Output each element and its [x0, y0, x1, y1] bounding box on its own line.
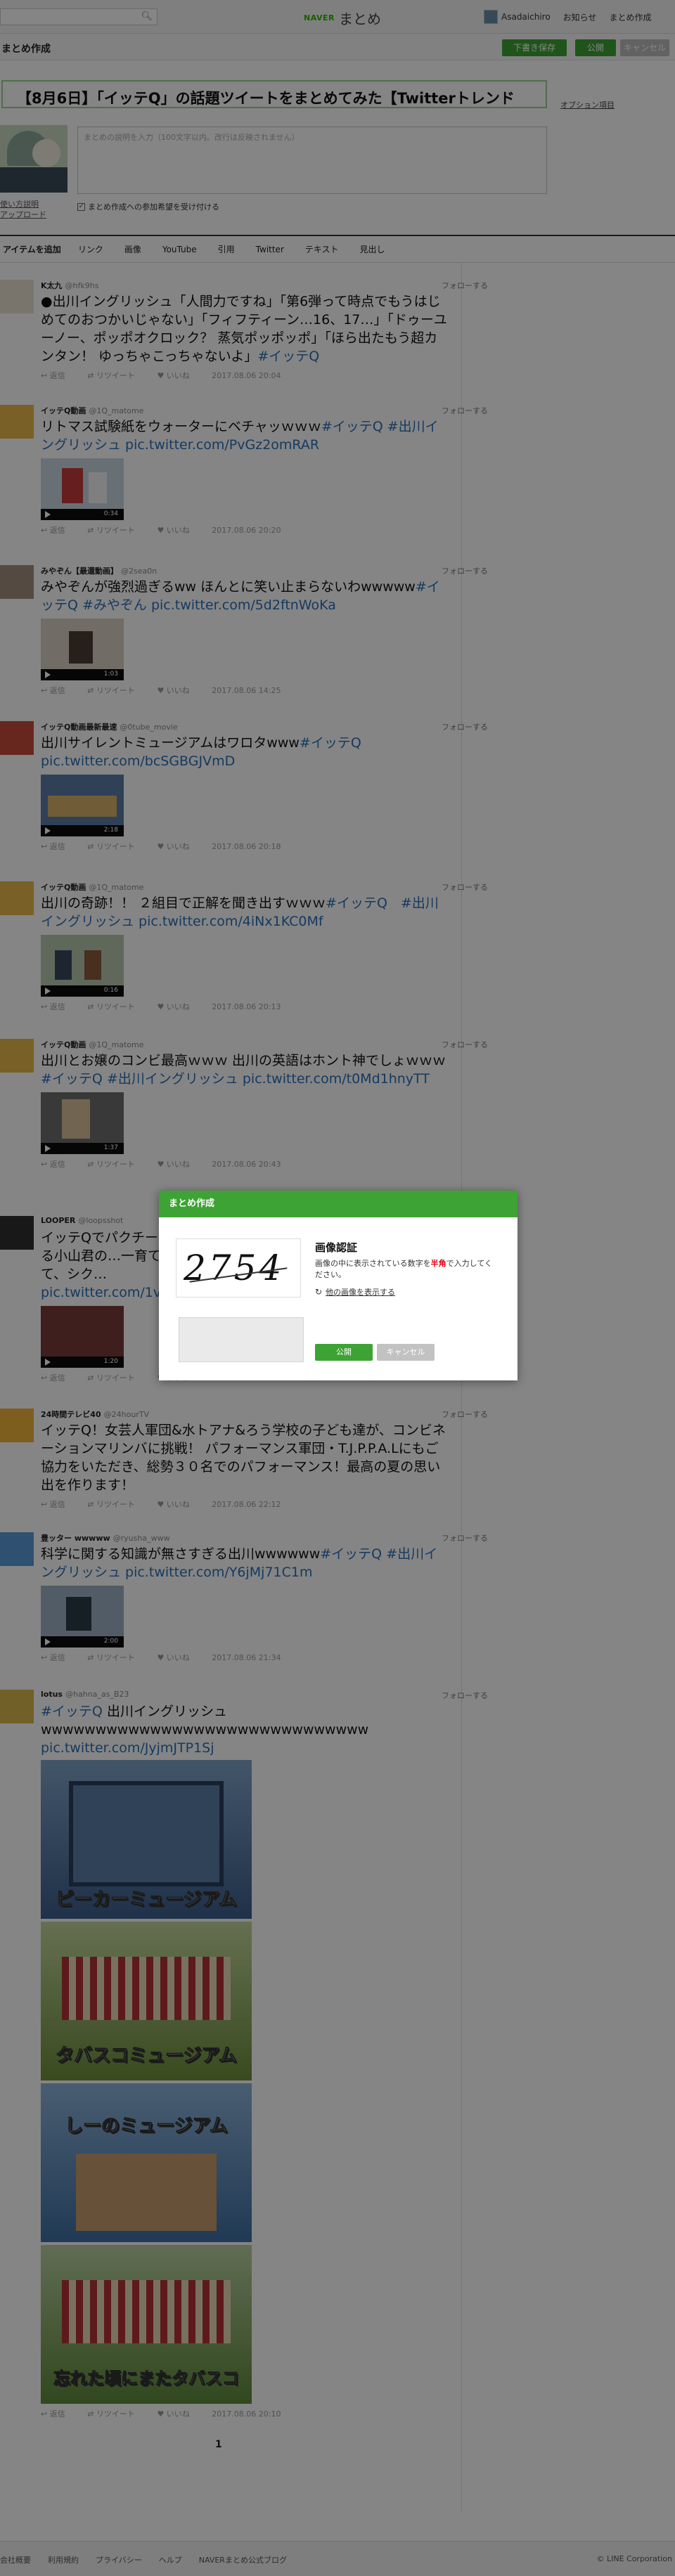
show-other-image-label[interactable]: 他の画像を表示する: [326, 1286, 395, 1297]
captcha-input[interactable]: [179, 1317, 304, 1362]
refresh-icon[interactable]: ↻: [315, 1287, 322, 1297]
captcha-title: 画像認証: [315, 1241, 358, 1254]
captcha-description: 画像の中に表示されている数字を半角で入力してください。: [315, 1259, 493, 1279]
captcha-digits: 2754: [184, 1248, 285, 1288]
modal-header: まとめ作成: [159, 1191, 518, 1217]
captcha-image: 2754: [176, 1238, 301, 1297]
modal-publish-button[interactable]: 公開: [315, 1344, 373, 1361]
half-width-emphasis: 半角: [430, 1259, 446, 1268]
captcha-modal: まとめ作成 2754 画像認証 画像の中に表示されている数字を半角で入力してくだ…: [159, 1191, 518, 1380]
show-other-image-link[interactable]: ↻ 他の画像を表示する: [315, 1286, 395, 1297]
modal-cancel-button[interactable]: キャンセル: [377, 1344, 435, 1361]
